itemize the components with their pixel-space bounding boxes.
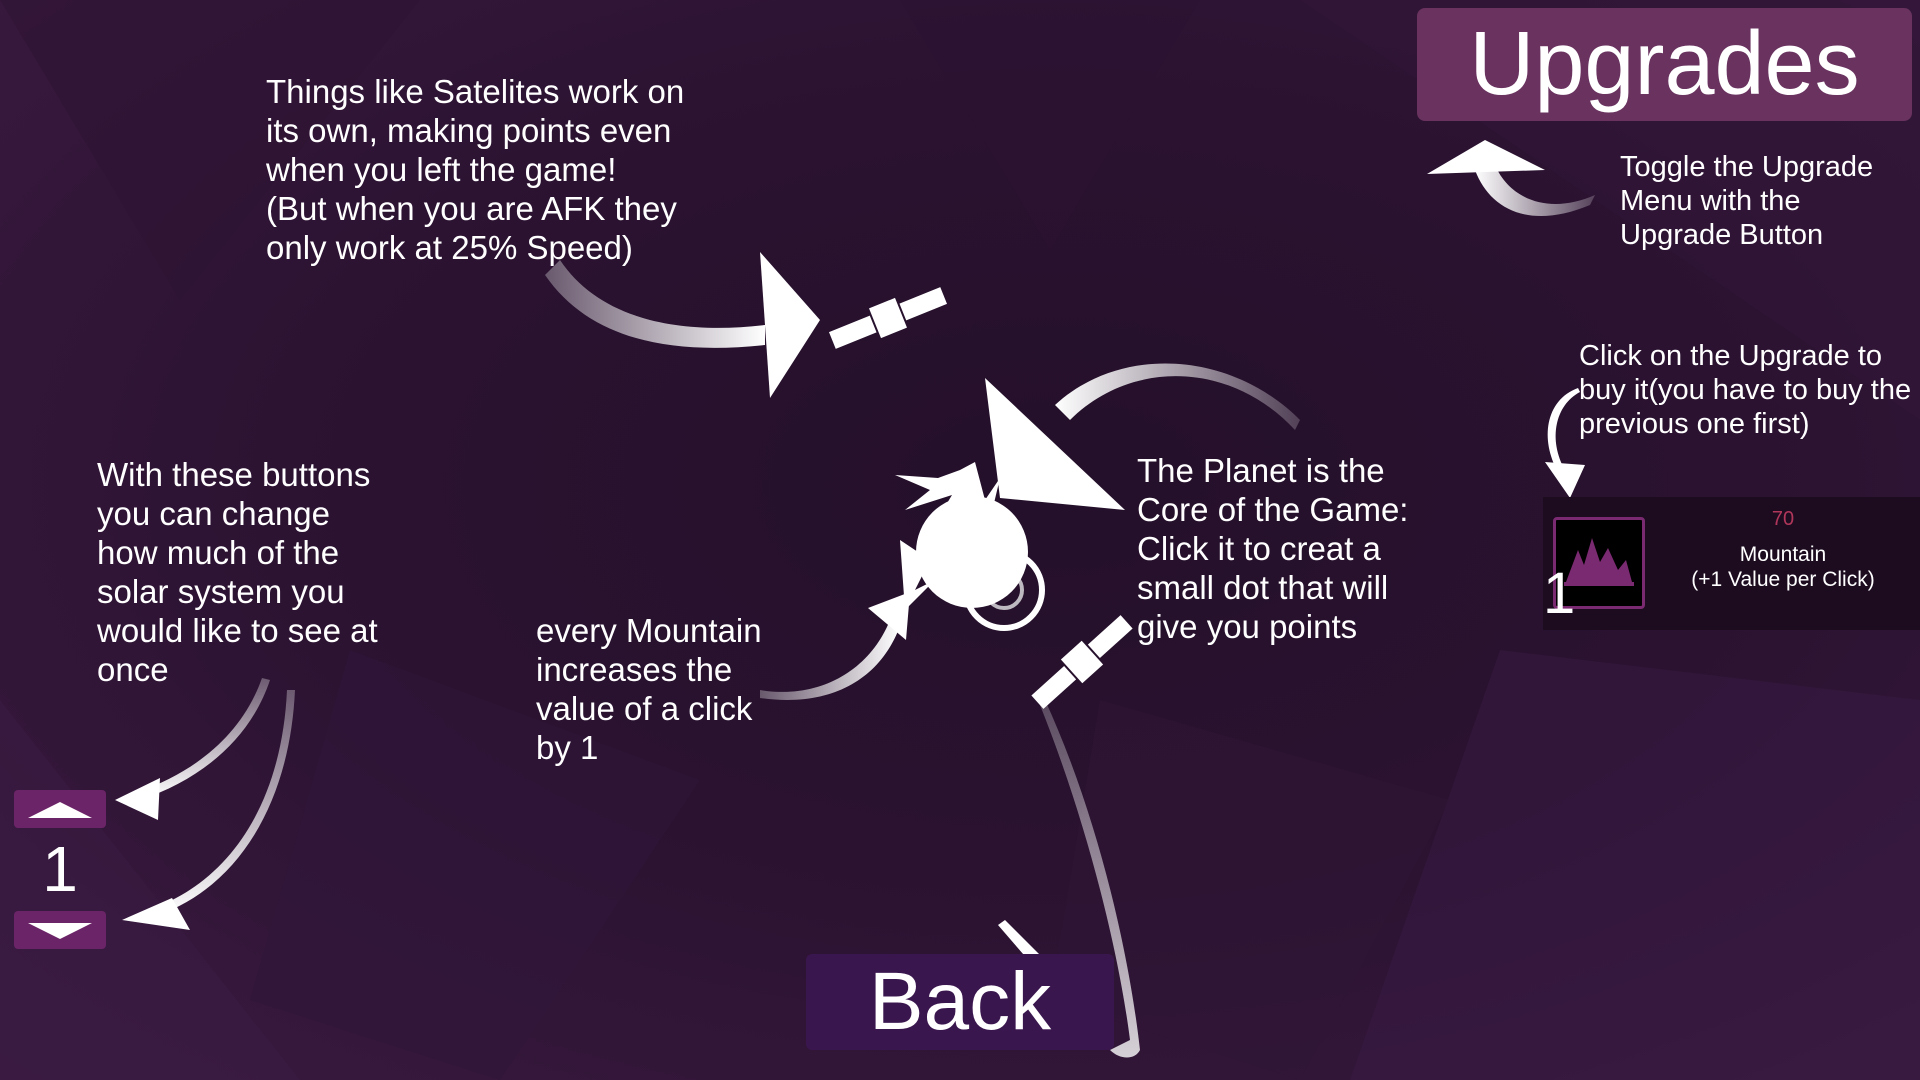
arrow-to-zoom-up: [115, 678, 270, 820]
zoom-down-button[interactable]: [14, 911, 106, 949]
chevron-up-icon: [28, 802, 92, 818]
arrow-to-planet-from-mountain: [760, 592, 910, 701]
tip-zoom-buttons: With these buttons you can change how mu…: [97, 456, 378, 688]
back-button[interactable]: Back: [806, 954, 1114, 1050]
tip-mountain: every Mountain increases the value of a …: [536, 612, 762, 766]
upgrades-button[interactable]: Upgrades: [1417, 8, 1912, 121]
upgrade-owned-count: 1: [1543, 561, 1576, 626]
tip-buy-upgrade: Click on the Upgrade to buy it(you have …: [1579, 340, 1912, 440]
satellite-icon: [1031, 615, 1133, 709]
tip-satellites: Things like Satelites work on its own, m…: [266, 73, 685, 266]
zoom-level: 1: [42, 833, 78, 905]
arrow-to-upgrades-button: [1427, 140, 1595, 217]
satellite-icon: [828, 287, 948, 349]
chevron-down-icon: [28, 923, 92, 939]
tip-planet: The Planet is the Core of the Game: Clic…: [1137, 452, 1409, 645]
arrow-to-satellite: [545, 252, 820, 398]
back-button-label: Back: [868, 956, 1052, 1047]
zoom-up-button[interactable]: [14, 790, 106, 828]
upgrade-cost: 70: [1771, 508, 1795, 530]
upgrade-name: Mountain (+1 Value per Click): [1691, 543, 1875, 591]
upgrades-button-label: Upgrades: [1469, 14, 1860, 114]
tip-toggle-upgrades: Toggle the Upgrade Menu with the Upgrade…: [1620, 151, 1874, 251]
